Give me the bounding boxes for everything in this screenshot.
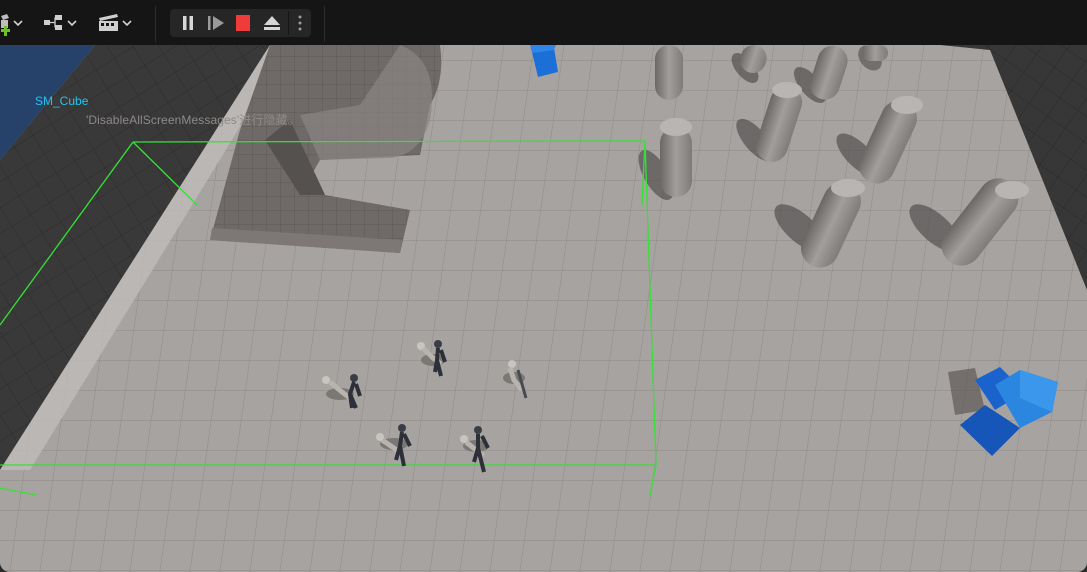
blueprint-icon bbox=[42, 10, 80, 36]
add-actor-icon bbox=[1, 10, 27, 36]
selected-actor-label: SM_Cube bbox=[35, 94, 89, 108]
clapperboard-icon bbox=[97, 10, 135, 36]
toolbar-divider bbox=[155, 6, 156, 42]
add-actor-button[interactable] bbox=[0, 10, 28, 36]
more-play-options-button[interactable] bbox=[289, 10, 311, 36]
pause-button[interactable] bbox=[175, 10, 201, 36]
pause-icon bbox=[180, 15, 196, 31]
toolbar-divider bbox=[324, 6, 325, 42]
debug-screen-message: 'DisableAllScreenMessages'进行隐藏。 bbox=[86, 113, 300, 127]
stop-button[interactable] bbox=[230, 10, 256, 36]
eject-button[interactable] bbox=[259, 10, 285, 36]
eject-icon bbox=[262, 14, 282, 32]
cinematics-button[interactable] bbox=[97, 10, 135, 36]
frame-advance-icon bbox=[207, 15, 225, 31]
editor-window: SM_Cube 'DisableAllScreenMessages'进行隐藏。 bbox=[0, 0, 1087, 572]
more-options-icon bbox=[297, 14, 303, 32]
blueprints-button[interactable] bbox=[42, 10, 80, 36]
level-editor-toolbar bbox=[0, 0, 1087, 46]
frame-advance-button[interactable] bbox=[203, 10, 229, 36]
level-viewport[interactable]: SM_Cube 'DisableAllScreenMessages'进行隐藏。 bbox=[0, 45, 1087, 572]
stop-icon bbox=[235, 14, 251, 32]
play-controls bbox=[170, 9, 311, 37]
